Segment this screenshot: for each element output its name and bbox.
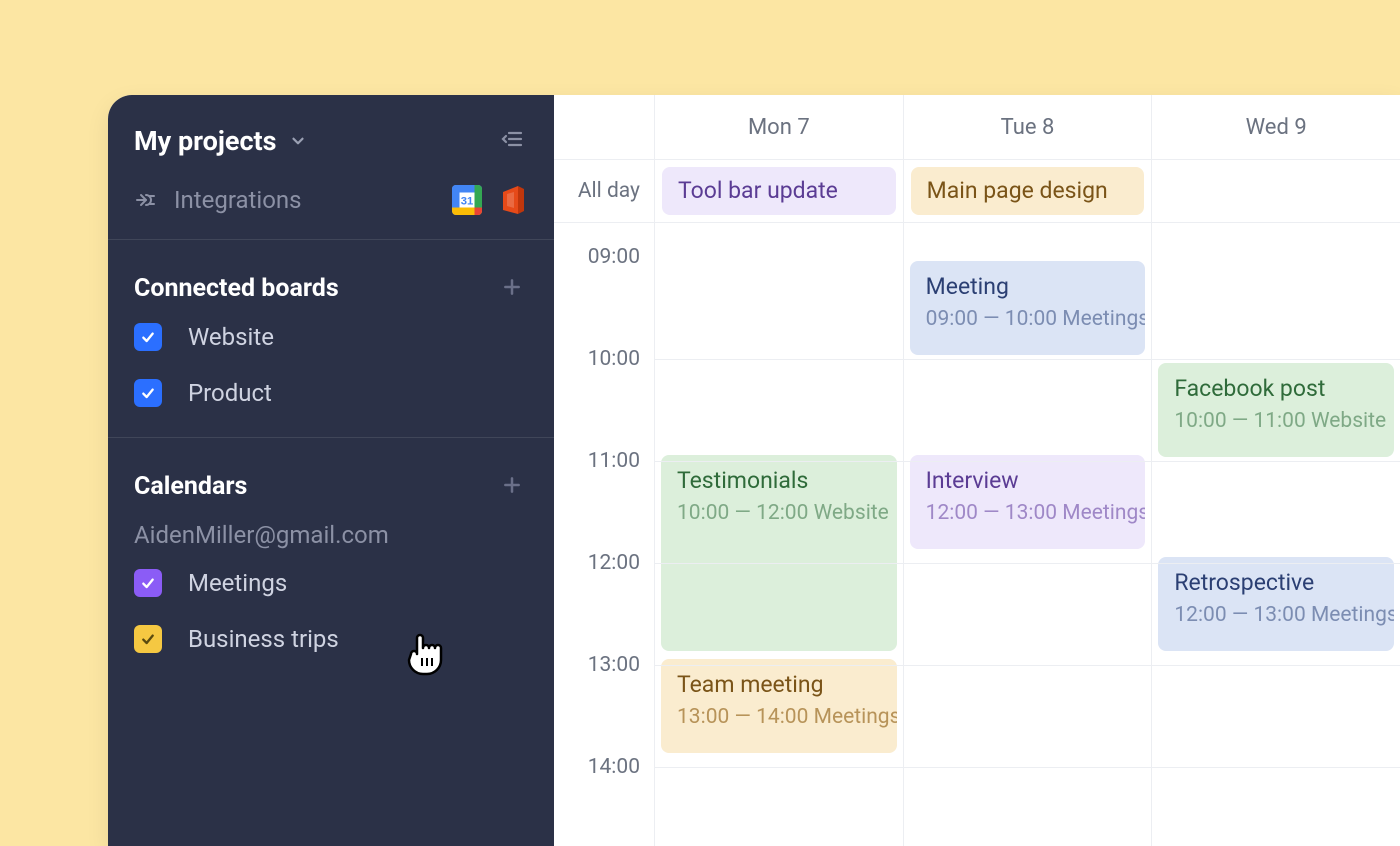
calendar-item[interactable]: Meetings: [134, 569, 528, 597]
board-item[interactable]: Product: [134, 379, 528, 407]
integrations-row[interactable]: Integrations 31: [108, 171, 554, 239]
time-label: 11:00: [588, 449, 640, 473]
hour-line: [654, 461, 1400, 462]
collapse-sidebar-button[interactable]: [500, 127, 524, 155]
calendar-header-row: Mon 7 Tue 8 Wed 9: [554, 95, 1400, 159]
time-label: 09:00: [588, 245, 640, 269]
project-selector[interactable]: My projects: [134, 125, 307, 157]
hour-line: [654, 767, 1400, 768]
integrations-label: Integrations: [174, 186, 302, 214]
day-header: Wed 9: [1151, 95, 1400, 159]
event-title: Tool bar update: [678, 177, 838, 206]
event-subtitle: 10:00 — 11:00 Website: [1174, 408, 1378, 434]
calendar: Mon 7 Tue 8 Wed 9 All day Tool bar updat…: [554, 95, 1400, 846]
board-item-label: Product: [188, 379, 272, 407]
all-day-label: All day: [554, 160, 654, 222]
event-title: Testimonials: [677, 467, 881, 496]
calendar-event[interactable]: Meeting 09:00 — 10:00 Meetings: [910, 261, 1146, 355]
event-subtitle: 10:00 — 12:00 Website: [677, 500, 881, 526]
integrations-logos: 31: [452, 185, 524, 215]
sidebar-title: My projects: [134, 125, 277, 157]
checkbox[interactable]: [134, 569, 162, 597]
all-day-cell[interactable]: Tool bar update: [654, 160, 903, 222]
event-title: Main page design: [927, 177, 1108, 206]
checkbox[interactable]: [134, 379, 162, 407]
day-column[interactable]: Meeting 09:00 — 10:00 Meetings Interview 12…: [903, 223, 1152, 846]
add-calendar-button[interactable]: [502, 475, 522, 499]
calendar-item-label: Business trips: [188, 625, 339, 653]
calendar-item[interactable]: Business trips: [134, 625, 528, 653]
sidebar: My projects: [108, 95, 554, 846]
event-subtitle: 13:00 — 14:00 Meetings: [677, 704, 881, 730]
time-label: 14:00: [588, 755, 640, 779]
time-column: 09:00 10:00 11:00 12:00 13:00 14:00: [554, 223, 654, 846]
calendars-header: Calendars: [108, 438, 554, 521]
hour-line: [654, 665, 1400, 666]
chevron-down-icon: [289, 132, 307, 150]
calendar-grid: 09:00 10:00 11:00 12:00 13:00 14:00 Testimoni…: [554, 223, 1400, 846]
plus-icon: [502, 277, 522, 297]
app-window: My projects: [108, 95, 1400, 846]
calendar-event[interactable]: Team meeting 13:00 — 14:00 Meetings: [661, 659, 897, 753]
day-header: Tue 8: [903, 95, 1152, 159]
connected-boards-title: Connected boards: [134, 274, 339, 303]
day-header: Mon 7: [654, 95, 903, 159]
event-title: Meeting: [926, 273, 1130, 302]
event-subtitle: 12:00 — 13:00 Meetings: [926, 500, 1130, 526]
event-title: Interview: [926, 467, 1130, 496]
plug-icon: [134, 188, 158, 212]
hour-line: [654, 359, 1400, 360]
calendars-title: Calendars: [134, 472, 247, 501]
event-title: Team meeting: [677, 671, 881, 700]
google-calendar-icon[interactable]: 31: [452, 185, 482, 215]
calendars-list: Meetings Business trips: [108, 569, 554, 683]
add-board-button[interactable]: [502, 277, 522, 301]
calendar-account[interactable]: AidenMiller@gmail.com: [108, 521, 554, 569]
time-label: 10:00: [588, 347, 640, 371]
event-title: Facebook post: [1174, 375, 1378, 404]
day-column[interactable]: Testimonials 10:00 — 12:00 Website Team me…: [654, 223, 903, 846]
board-item[interactable]: Website: [134, 323, 528, 351]
plus-icon: [502, 475, 522, 495]
event-subtitle: 12:00 — 13:00 Meetings: [1174, 602, 1378, 628]
sidebar-header: My projects: [108, 125, 554, 171]
checkbox[interactable]: [134, 625, 162, 653]
calendar-event[interactable]: Facebook post 10:00 — 11:00 Website: [1158, 363, 1394, 457]
boards-list: Website Product: [108, 323, 554, 437]
calendar-item-label: Meetings: [188, 569, 287, 597]
time-label: 13:00: [588, 653, 640, 677]
calendar-event[interactable]: Retrospective 12:00 — 13:00 Meetings: [1158, 557, 1394, 651]
event-subtitle: 09:00 — 10:00 Meetings: [926, 306, 1130, 332]
calendar-event[interactable]: Interview 12:00 — 13:00 Meetings: [910, 455, 1146, 549]
collapse-icon: [500, 127, 524, 151]
calendar-event[interactable]: Testimonials 10:00 — 12:00 Website: [661, 455, 897, 651]
event-title: Retrospective: [1174, 569, 1378, 598]
time-label: 12:00: [588, 551, 640, 575]
day-column[interactable]: Facebook post 10:00 — 11:00 Website Retros…: [1151, 223, 1400, 846]
days-grid: Testimonials 10:00 — 12:00 Website Team me…: [654, 223, 1400, 846]
office-icon[interactable]: [500, 186, 524, 214]
hour-line: [654, 563, 1400, 564]
all-day-cell[interactable]: Main page design: [903, 160, 1152, 222]
all-day-event[interactable]: Tool bar update: [662, 167, 896, 215]
checkbox[interactable]: [134, 323, 162, 351]
all-day-event[interactable]: Main page design: [911, 167, 1145, 215]
time-gutter: [554, 95, 654, 159]
connected-boards-header: Connected boards: [108, 240, 554, 323]
board-item-label: Website: [188, 323, 274, 351]
svg-text:31: 31: [461, 196, 474, 208]
all-day-row: All day Tool bar update Main page design: [554, 159, 1400, 223]
integrations-left: Integrations: [134, 186, 302, 214]
all-day-cell[interactable]: [1151, 160, 1400, 222]
